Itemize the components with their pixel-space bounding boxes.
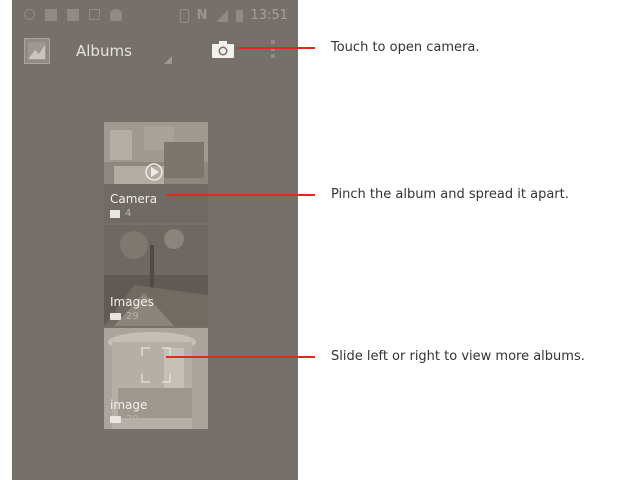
- album-name: Images: [110, 295, 154, 309]
- status-time: 13:51: [250, 8, 288, 23]
- album-count-row: 4: [110, 208, 131, 219]
- callout-line-slide: [166, 356, 315, 358]
- camera-icon: [212, 41, 234, 58]
- album-count: 29: [126, 311, 139, 322]
- status-bar: N 13:51: [12, 0, 298, 34]
- overflow-dot-icon: [271, 40, 275, 44]
- nfc-icon: N: [196, 8, 208, 23]
- vibrate-icon: [179, 8, 189, 23]
- screenshot-icon: [67, 9, 79, 21]
- overflow-dot-icon: [271, 54, 275, 58]
- alarm-icon: [24, 9, 35, 20]
- camera-button[interactable]: [212, 40, 234, 58]
- callout-camera: Touch to open camera.: [331, 40, 480, 55]
- wifi-icon: [45, 9, 57, 21]
- dropdown-indicator-icon[interactable]: [164, 56, 172, 64]
- folder-icon: [110, 313, 121, 320]
- album-camera[interactable]: Camera 4: [104, 122, 208, 223]
- gallery-app-icon[interactable]: [24, 38, 50, 64]
- album-image[interactable]: image 29: [104, 328, 208, 429]
- battery-icon: [235, 9, 243, 22]
- callout-line-pinch: [166, 194, 315, 196]
- album-view-title[interactable]: Albums: [76, 42, 132, 60]
- callout-pinch: Pinch the album and spread it apart.: [331, 187, 569, 202]
- status-icons-left: [24, 9, 122, 21]
- android-debug-icon: [110, 9, 122, 21]
- folder-icon: [110, 416, 121, 423]
- album-count: 4: [125, 208, 132, 219]
- action-bar: Albums: [12, 34, 298, 70]
- album-name: image: [110, 398, 148, 412]
- camera-small-icon: [110, 209, 120, 218]
- callout-slide: Slide left or right to view more albums.: [331, 349, 585, 364]
- album-images[interactable]: Images 29: [104, 225, 208, 326]
- album-name: Camera: [110, 192, 158, 206]
- gallery-icon: [28, 42, 46, 60]
- phone-screen: N 13:51 Albums Camera 4 Images 29 image …: [12, 0, 298, 480]
- status-icons-right: N 13:51: [179, 8, 288, 23]
- overflow-menu-button[interactable]: [270, 40, 276, 62]
- signal-icon: [215, 9, 228, 22]
- album-count-row: 29: [110, 311, 139, 322]
- album-count: 29: [126, 414, 139, 425]
- usb-icon: [89, 9, 100, 20]
- album-count-row: 29: [110, 414, 139, 425]
- callout-line-camera: [237, 47, 315, 49]
